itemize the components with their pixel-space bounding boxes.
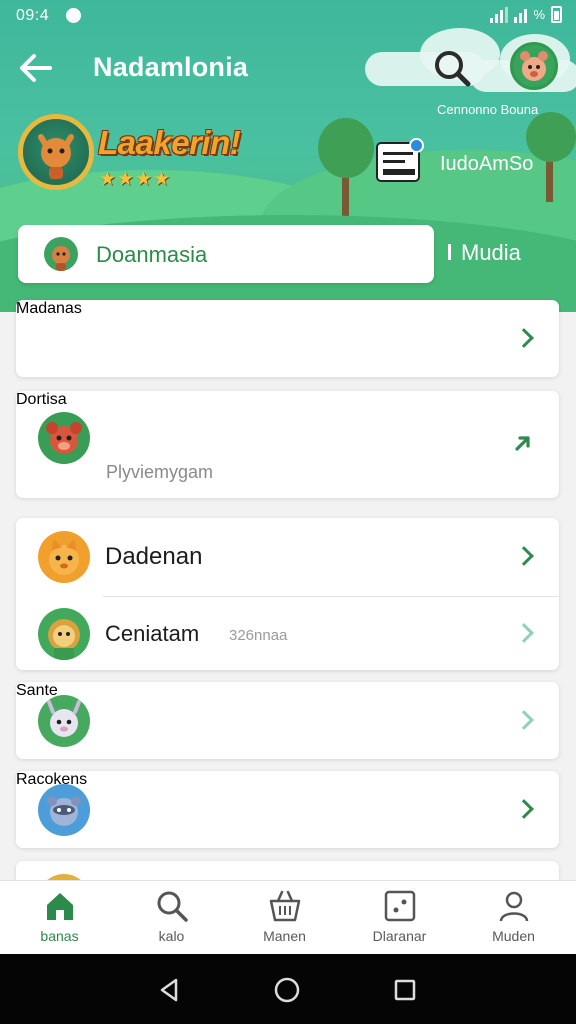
system-recents-icon[interactable] (391, 976, 419, 1004)
nav-item-home[interactable]: banas (2, 881, 117, 955)
chevron-right-icon (514, 710, 534, 730)
bull-avatar-icon (46, 422, 82, 454)
animal-avatar-icon (520, 51, 548, 81)
list-group: Dadenan Ceniatam 326nnaa (16, 518, 559, 670)
search-icon (157, 891, 188, 922)
wifi-icon (490, 6, 509, 23)
list-item-title: Sante (16, 682, 58, 699)
nav-item-dice[interactable]: Dlaranar (342, 881, 457, 955)
back-arrow-icon (20, 54, 52, 82)
bottom-navigation: banas kalo Manen Dlaranar Muden (0, 880, 576, 954)
list-item-title: Dortisa (16, 391, 67, 408)
nav-item-profile[interactable]: Muden (456, 881, 571, 955)
game-logo: Laakerin! (98, 124, 241, 161)
rating-stars: ★★★★ (99, 169, 172, 190)
list-item-subtitle: Plyviemygam (106, 462, 214, 482)
list-item-sante[interactable]: Sante (16, 682, 559, 759)
notification-dot (409, 138, 424, 153)
list-item-title: Racokens (16, 771, 88, 788)
nav-label: Muden (492, 928, 535, 944)
profile-avatar[interactable] (510, 42, 558, 90)
list-item-dadenan[interactable]: Dadenan (16, 518, 559, 595)
system-navigation-bar (0, 954, 576, 1024)
system-home-icon[interactable] (273, 976, 301, 1004)
game-badge (18, 114, 94, 190)
chevron-right-icon (514, 546, 534, 566)
list-item-title: Ceniatam (105, 621, 200, 646)
lion-avatar-icon (48, 619, 80, 660)
basket-icon (269, 890, 301, 922)
character-icon (52, 246, 70, 271)
list-item-title: Madanas (16, 300, 82, 317)
arrow-up-right-icon (515, 436, 530, 451)
list-item-title: Dadenan (105, 543, 203, 570)
nav-item-search[interactable]: kalo (114, 881, 229, 955)
nav-label: Dlaranar (372, 928, 427, 944)
card-label[interactable]: IudoAmSo (440, 153, 533, 176)
list-item-dortisa[interactable]: Dortisa Plyviemygam (16, 391, 559, 498)
page-title: Nadamlonia (93, 52, 249, 82)
back-button[interactable] (14, 48, 58, 88)
id-card-icon[interactable] (376, 138, 424, 182)
chevron-right-icon (514, 799, 534, 819)
nav-label: Manen (263, 928, 306, 944)
search-icon (435, 51, 471, 87)
chevron-right-icon (514, 623, 534, 643)
status-time: 09:4 (16, 7, 50, 24)
raccoon-avatar-icon (47, 796, 81, 826)
avatar (38, 784, 90, 836)
person-icon (499, 891, 529, 922)
character-icon (38, 134, 74, 179)
avatar (38, 695, 90, 747)
avatar (38, 608, 90, 660)
nav-item-basket[interactable]: Manen (227, 881, 342, 955)
tab-doanmasia[interactable]: Doanmasia (18, 225, 434, 283)
profile-name: Cennonno Bouna (437, 102, 539, 117)
avatar (44, 237, 78, 271)
tab-mudia[interactable]: Mudia (448, 240, 521, 266)
list-item-madanas[interactable]: Madanas (16, 300, 559, 377)
dice-icon (384, 890, 416, 922)
home-icon (47, 893, 73, 920)
tab-label: Doanmasia (96, 242, 208, 267)
goat-avatar-icon (47, 700, 81, 737)
list-item-meta: 326nnaa (229, 627, 288, 644)
list-item-ceniatam[interactable]: Ceniatam 326nnaa (16, 597, 559, 670)
search-button[interactable] (430, 46, 474, 90)
list-item-racokens[interactable]: Racokens (16, 771, 559, 848)
system-back-icon[interactable] (156, 976, 184, 1004)
notification-icon (66, 8, 81, 23)
cat-avatar-icon (49, 539, 79, 575)
nav-label: kalo (158, 928, 185, 944)
status-bar: 09:4 % (0, 0, 576, 34)
signal-icon (514, 7, 528, 23)
battery-icon (551, 6, 562, 23)
battery-percent: % (533, 7, 545, 22)
nav-label: banas (40, 928, 79, 944)
avatar (38, 531, 90, 583)
avatar (38, 412, 90, 464)
chevron-right-icon (514, 328, 534, 348)
